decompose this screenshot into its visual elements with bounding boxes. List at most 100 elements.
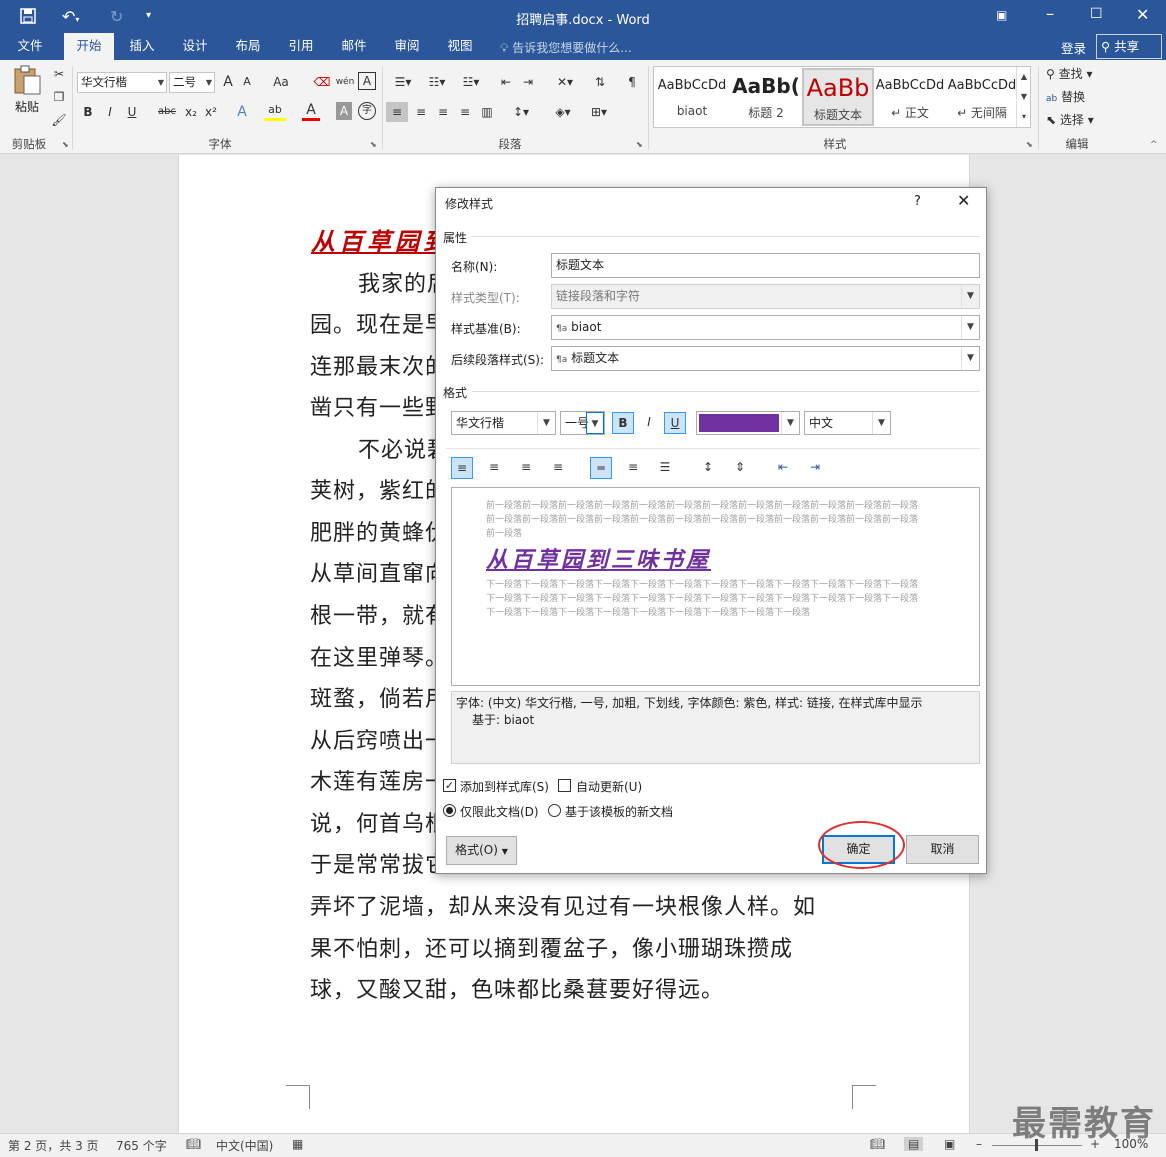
justify-icon[interactable]: ≡ bbox=[547, 457, 569, 479]
styles-scroll[interactable]: ▲ ▼ ▾ bbox=[1016, 67, 1031, 127]
single-spacing-icon[interactable]: ═ bbox=[590, 457, 612, 479]
tab-layout[interactable]: 布局 bbox=[224, 33, 272, 60]
maximize-icon[interactable]: ☐ bbox=[1090, 6, 1103, 22]
font-color-select[interactable]: ▼ bbox=[696, 411, 800, 435]
copy-icon[interactable]: ❐ bbox=[50, 87, 68, 107]
bold-toggle[interactable]: B bbox=[612, 412, 634, 434]
select-button[interactable]: ⬉ 选择 ▾ bbox=[1046, 110, 1106, 130]
style-no-spacing[interactable]: AaBbCcDd ↵ 无间隔 bbox=[946, 68, 1018, 126]
font-name-select[interactable]: 华文行楷 ▼ bbox=[451, 411, 556, 435]
shrink-font-icon[interactable]: A bbox=[238, 72, 256, 92]
subscript-button[interactable]: x₂ bbox=[182, 102, 200, 122]
superscript-button[interactable]: x² bbox=[202, 102, 220, 122]
underline-toggle[interactable]: U bbox=[664, 412, 686, 434]
tab-home[interactable]: 开始 bbox=[64, 33, 114, 60]
increase-indent-icon[interactable]: ⇥ bbox=[518, 72, 538, 92]
tab-file[interactable]: 文件 bbox=[6, 33, 54, 60]
decrease-paragraph-spacing-icon[interactable]: ⇕ bbox=[729, 457, 751, 479]
strikethrough-button[interactable]: abc bbox=[156, 102, 178, 122]
align-right-icon[interactable]: ≡ bbox=[515, 457, 537, 479]
font-name-combo[interactable]: 华文行楷 ▼ bbox=[77, 72, 167, 93]
cancel-button[interactable]: 取消 bbox=[906, 835, 979, 864]
font-size-select[interactable]: 一号 ▼ bbox=[560, 411, 605, 435]
chinese-layout-icon[interactable]: ✕▾ bbox=[550, 72, 580, 92]
web-layout-icon[interactable]: ▣ bbox=[944, 1137, 955, 1151]
decrease-indent-icon[interactable]: ⇤ bbox=[496, 72, 516, 92]
align-left-icon[interactable]: ≡ bbox=[451, 457, 473, 479]
tab-design[interactable]: 设计 bbox=[171, 33, 219, 60]
one-half-spacing-icon[interactable]: ≡ bbox=[622, 457, 644, 479]
double-spacing-icon[interactable]: ☰ bbox=[654, 457, 676, 479]
only-this-document-radio[interactable] bbox=[443, 804, 456, 817]
share-button[interactable]: ⚲ 共享 bbox=[1096, 34, 1162, 59]
based-on-select[interactable]: ¶a biaot ▼ bbox=[551, 315, 980, 340]
tell-me-box[interactable]: 💡︎ 告诉我您想要做什么... bbox=[500, 39, 632, 56]
highlight-icon[interactable]: ab bbox=[264, 102, 286, 121]
numbering-icon[interactable]: ☷▾ bbox=[422, 72, 452, 92]
add-to-gallery-checkbox[interactable]: ✓ bbox=[443, 779, 456, 792]
borders-icon[interactable]: ⊞▾ bbox=[584, 102, 614, 122]
align-center-icon[interactable]: ≡ bbox=[410, 102, 432, 122]
dialog-launcher-icon[interactable]: ⬊ bbox=[370, 140, 377, 149]
help-button[interactable]: ? bbox=[914, 194, 921, 209]
line-spacing-icon[interactable]: ↕▾ bbox=[506, 102, 536, 122]
italic-toggle[interactable]: I bbox=[638, 412, 660, 434]
shading-icon[interactable]: ◈▾ bbox=[546, 102, 580, 122]
macro-icon[interactable]: ▦ bbox=[292, 1137, 303, 1151]
find-button[interactable]: ⚲ 查找 ▾ bbox=[1046, 64, 1108, 84]
increase-paragraph-spacing-icon[interactable]: ↕ bbox=[697, 457, 719, 479]
tab-mailings[interactable]: 邮件 bbox=[330, 33, 378, 60]
tab-review[interactable]: 审阅 bbox=[383, 33, 431, 60]
justify-icon[interactable]: ≡ bbox=[454, 102, 476, 122]
word-count[interactable]: 765 个字 bbox=[116, 1137, 167, 1154]
script-select[interactable]: 中文 ▼ bbox=[804, 411, 891, 435]
character-shading-icon[interactable]: A bbox=[336, 102, 352, 120]
bullets-icon[interactable]: ☰▾ bbox=[388, 72, 418, 92]
page-count[interactable]: 第 2 页，共 3 页 bbox=[8, 1137, 99, 1154]
enclose-characters-icon[interactable]: 字 bbox=[358, 102, 376, 120]
close-icon[interactable]: ✕ bbox=[957, 191, 970, 210]
text-effects-icon[interactable]: A bbox=[232, 102, 252, 122]
format-painter-icon[interactable]: 🖌︎ bbox=[50, 110, 68, 130]
distributed-icon[interactable]: ▥ bbox=[476, 102, 498, 122]
style-biaot[interactable]: AaBbCcDd biaot bbox=[656, 68, 728, 126]
ribbon-display-options-icon[interactable]: ▣ bbox=[996, 8, 1007, 22]
style-title-text[interactable]: AaBb 标题文本 bbox=[802, 68, 874, 126]
bold-button[interactable]: B bbox=[80, 102, 96, 122]
align-center-icon[interactable]: ≡ bbox=[483, 457, 505, 479]
increase-indent-icon[interactable]: ⇥ bbox=[804, 457, 826, 479]
dialog-launcher-icon[interactable]: ⬊ bbox=[636, 140, 643, 149]
auto-update-checkbox[interactable] bbox=[558, 779, 571, 792]
language-indicator[interactable]: 中文(中国) bbox=[216, 1137, 273, 1154]
following-style-select[interactable]: ¶a 标题文本 ▼ bbox=[551, 346, 980, 371]
dialog-launcher-icon[interactable]: ⬊ bbox=[1026, 140, 1033, 149]
style-heading-2[interactable]: AaBb( 标题 2 bbox=[730, 68, 802, 126]
new-documents-template-radio[interactable] bbox=[548, 804, 561, 817]
login-link[interactable]: 登录 bbox=[1061, 38, 1086, 57]
grow-font-icon[interactable]: A bbox=[219, 72, 237, 92]
zoom-out-icon[interactable]: – bbox=[976, 1137, 982, 1151]
print-layout-icon[interactable]: ▤ bbox=[904, 1137, 924, 1151]
style-normal[interactable]: AaBbCcDd ↵ 正文 bbox=[874, 68, 946, 126]
style-name-input[interactable]: 标题文本 bbox=[551, 253, 980, 278]
tab-references[interactable]: 引用 bbox=[277, 33, 325, 60]
cut-icon[interactable]: ✂ bbox=[50, 64, 68, 84]
format-menu-button[interactable]: 格式(O) ▼ bbox=[446, 836, 517, 865]
clear-formatting-icon[interactable]: ⌫ bbox=[312, 72, 332, 92]
align-right-icon[interactable]: ≡ bbox=[432, 102, 454, 122]
align-left-icon[interactable]: ≡ bbox=[386, 102, 408, 122]
underline-button[interactable]: U bbox=[124, 102, 140, 122]
show-formatting-marks-icon[interactable]: ¶ bbox=[622, 72, 642, 92]
multilevel-list-icon[interactable]: ☳▾ bbox=[456, 72, 486, 92]
minimize-icon[interactable]: – bbox=[1046, 4, 1054, 23]
proofing-icon[interactable]: 📖︎ bbox=[186, 1137, 201, 1151]
read-mode-icon[interactable]: 📖︎ bbox=[870, 1137, 885, 1151]
close-icon[interactable]: ✕ bbox=[1136, 5, 1149, 24]
paste-button[interactable]: 粘贴 bbox=[10, 64, 44, 126]
font-color-icon[interactable]: A bbox=[302, 102, 320, 121]
italic-button[interactable]: I bbox=[102, 102, 118, 122]
sort-icon[interactable]: ⇅ bbox=[590, 72, 610, 92]
phonetic-guide-icon[interactable]: wén bbox=[334, 72, 356, 92]
dialog-launcher-icon[interactable]: ⬊ bbox=[62, 140, 69, 149]
font-size-combo[interactable]: 二号 ▼ bbox=[169, 72, 215, 93]
